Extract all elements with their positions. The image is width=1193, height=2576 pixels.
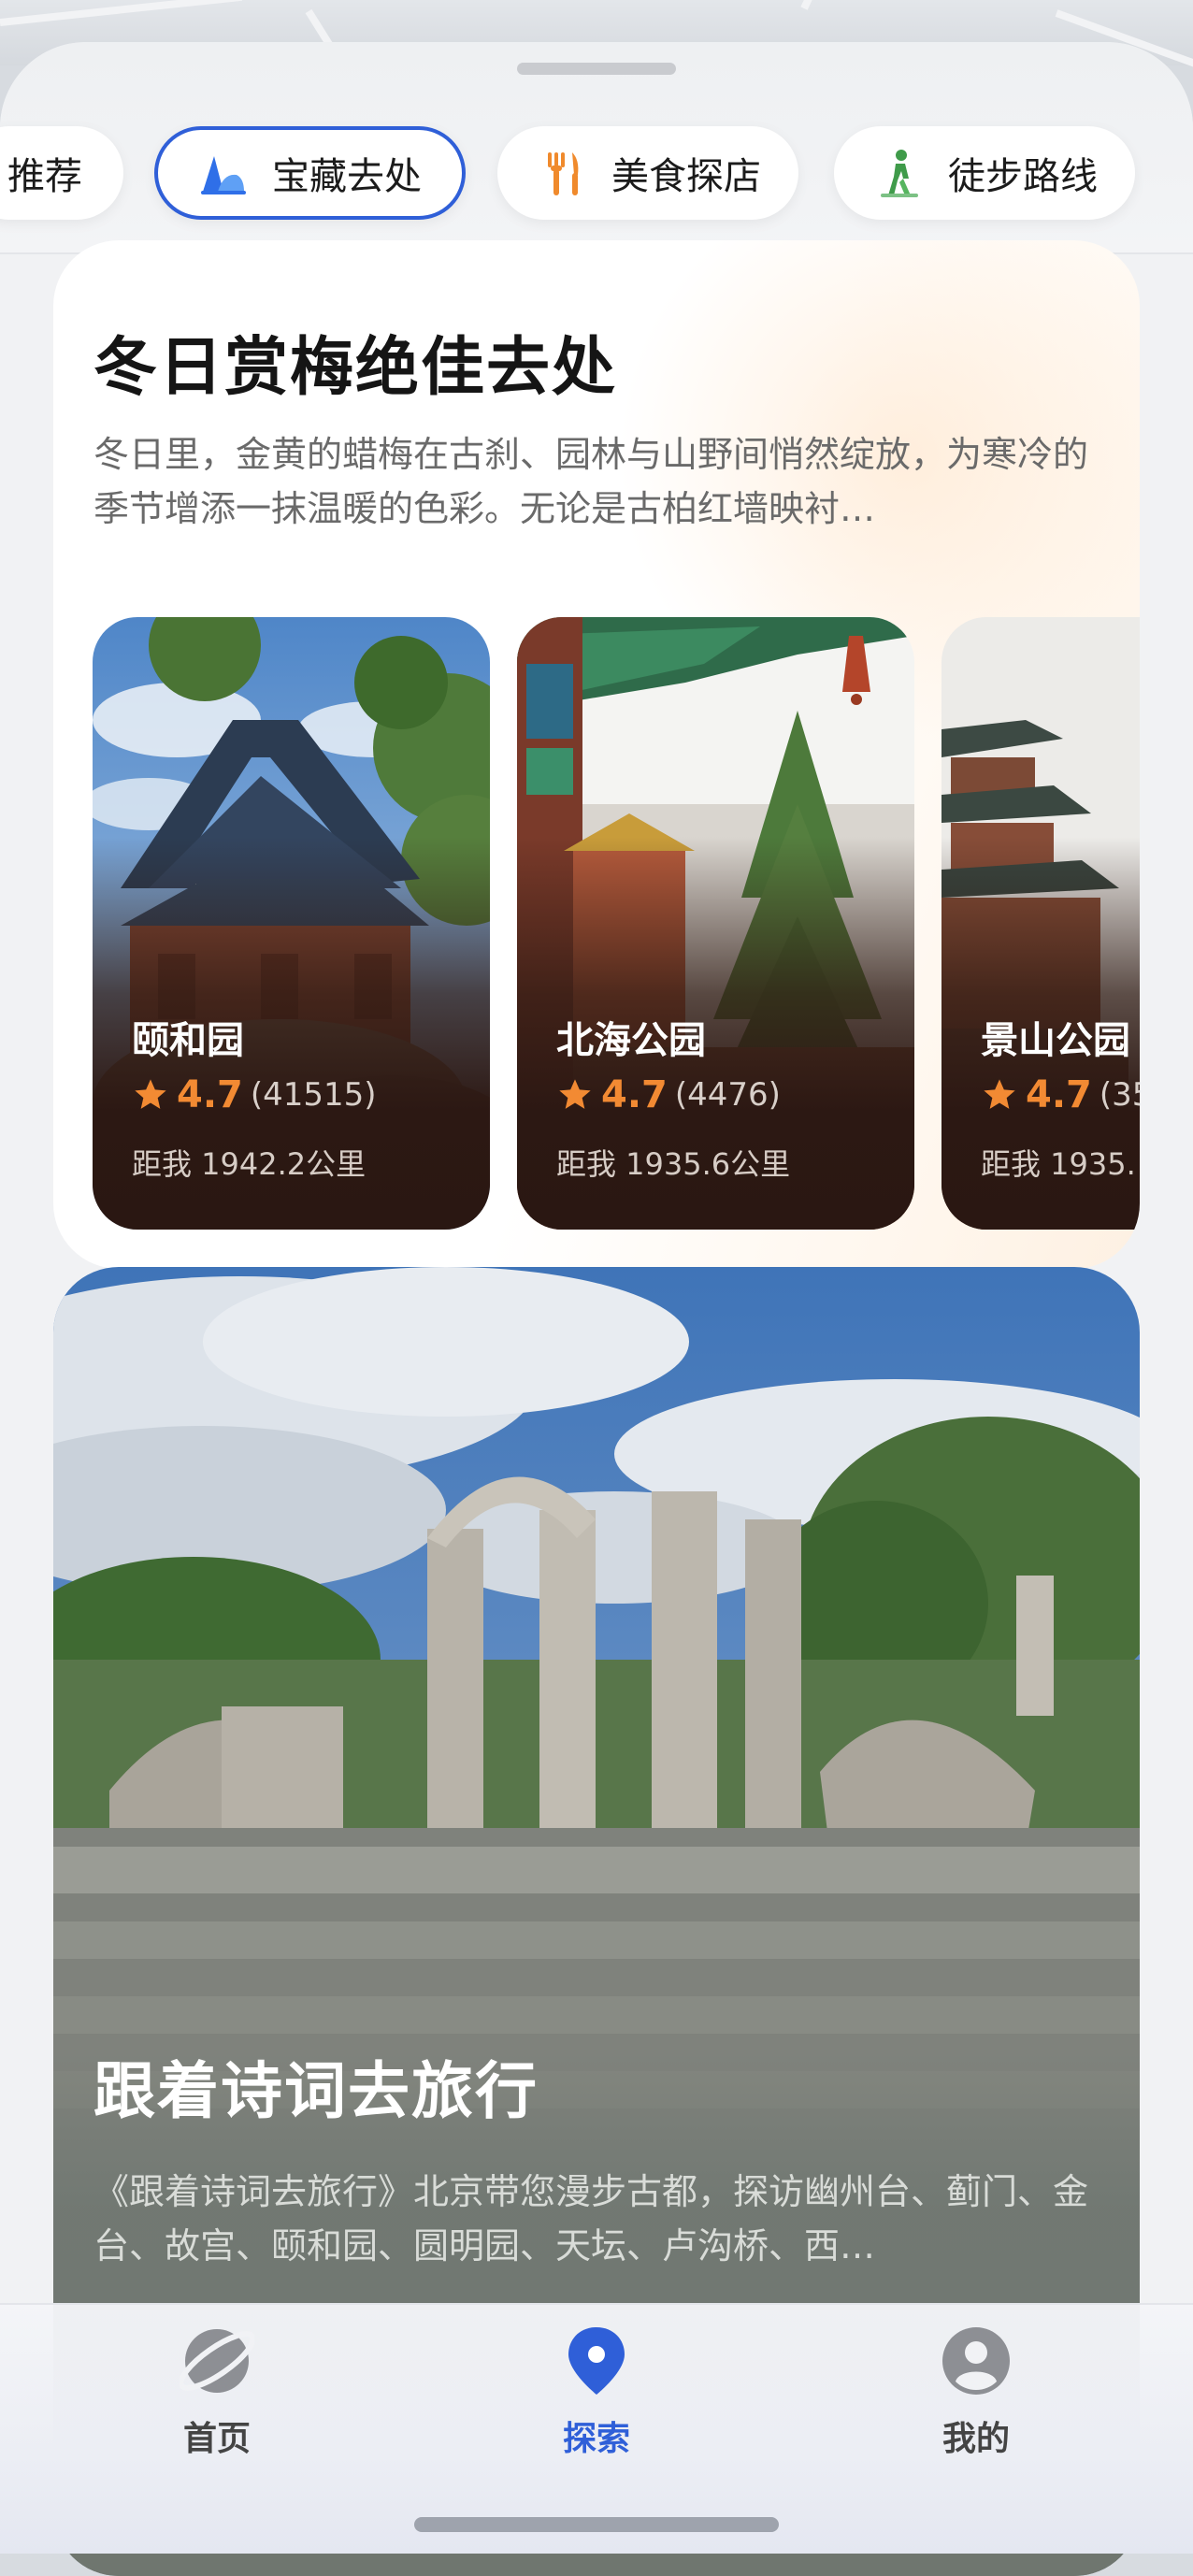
review-count: (41515) (250, 1076, 377, 1114)
nav-item-explore[interactable]: 探索 (503, 2324, 690, 2460)
hiking-icon (873, 147, 926, 199)
review-count: (4476) (674, 1076, 781, 1114)
feature-description: 冬日里，金黄的蜡梅在古刹、园林与山野间悄然绽放，为寒冷的季节增添一抹温暖的色彩。… (93, 434, 1089, 529)
poetry-description: 《跟着诗词去旅行》北京带您漫步古都，探访幽州台、蓟门、金台、故宫、颐和园、圆明园… (93, 2171, 1089, 2267)
nav-label: 首页 (182, 2420, 251, 2458)
place-rating: 4.7 (35 (981, 1073, 1140, 1116)
rating-score: 4.7 (1026, 1073, 1092, 1116)
place-distance: 距我 1942.2公里 (132, 1146, 367, 1182)
nav-label: 探索 (562, 2420, 630, 2458)
fork-knife-icon (537, 147, 589, 199)
category-label: 美食探店 (611, 155, 761, 198)
category-pill-hiking[interactable]: 徒步路线 (834, 126, 1135, 220)
place-card-summer-palace[interactable]: 颐和园 4.7 (41515) 距我 1942.2公里 (93, 617, 490, 1230)
poetry-title: 跟着诗词去旅行 (93, 2055, 539, 2127)
nav-item-home[interactable]: 首页 (123, 2324, 310, 2460)
location-pin-icon (559, 2324, 634, 2398)
star-icon (559, 1079, 591, 1109)
category-label: 宝藏去处 (272, 155, 422, 198)
category-pill-recommend[interactable]: 推荐 (0, 126, 123, 220)
review-count: (35 (1099, 1076, 1140, 1114)
category-label: 徒步路线 (948, 155, 1098, 198)
place-card-beihai-park[interactable]: 北海公园 4.7 (4476) 距我 1935.6公里 (517, 617, 914, 1230)
category-pill-treasure[interactable]: 宝藏去处 (154, 126, 466, 220)
place-rating: 4.7 (4476) (556, 1073, 781, 1116)
category-label: 推荐 (7, 155, 82, 198)
bottom-nav: 首页 探索 我的 (0, 2303, 1193, 2554)
place-rating: 4.7 (41515) (132, 1073, 377, 1116)
nav-item-profile[interactable]: 我的 (883, 2324, 1070, 2460)
place-name: 北海公园 (556, 1019, 706, 1062)
place-name: 景山公园 (981, 1019, 1130, 1062)
profile-icon (939, 2324, 1013, 2398)
place-name: 颐和园 (132, 1019, 244, 1062)
place-distance: 距我 1935.6公里 (556, 1146, 791, 1182)
feature-title: 冬日赏梅绝佳去处 (93, 331, 618, 405)
place-card-jingshan-park[interactable]: 景山公园 4.7 (35 距我 1935. (941, 617, 1140, 1230)
star-icon (984, 1079, 1015, 1109)
sheet-drag-handle[interactable] (517, 63, 676, 75)
home-indicator[interactable] (414, 2517, 779, 2532)
category-pill-food[interactable]: 美食探店 (497, 126, 798, 220)
nav-label: 我的 (941, 2420, 1010, 2458)
rating-score: 4.7 (177, 1073, 243, 1116)
feature-card-winter-plum[interactable]: 冬日赏梅绝佳去处 冬日里，金黄的蜡梅在古刹、园林与山野间悄然绽放，为寒冷的季节增… (53, 240, 1140, 1269)
rating-score: 4.7 (601, 1073, 668, 1116)
star-icon (135, 1079, 166, 1109)
globe-icon (180, 2324, 254, 2398)
treasure-place-icon (197, 147, 250, 199)
place-distance: 距我 1935. (981, 1146, 1136, 1182)
